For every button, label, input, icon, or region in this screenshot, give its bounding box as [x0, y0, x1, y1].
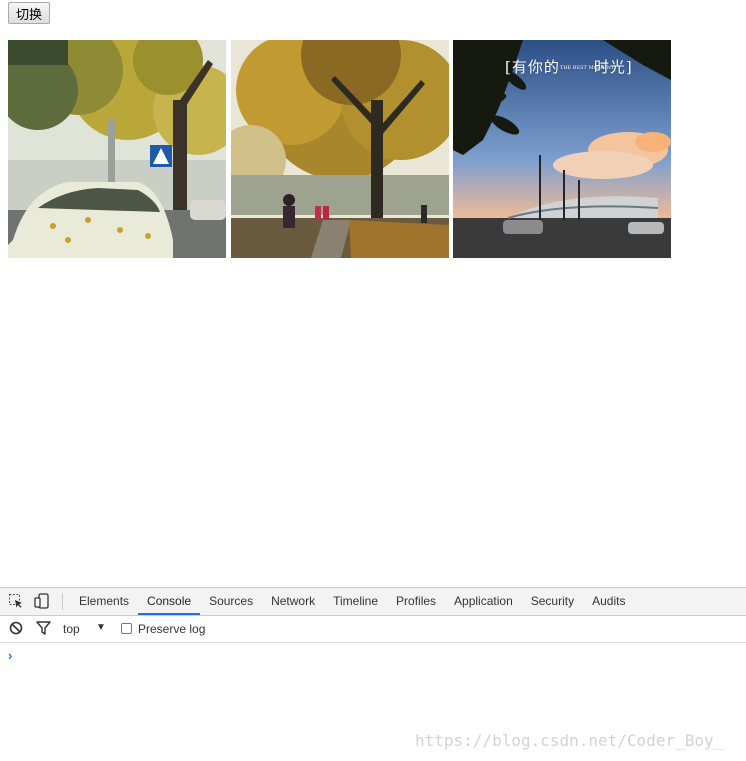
tab-profiles[interactable]: Profiles: [387, 588, 445, 615]
tree-street-car-photo: [8, 40, 226, 258]
tab-sources[interactable]: Sources: [200, 588, 262, 615]
tab-console[interactable]: Console: [138, 588, 201, 615]
tab-application[interactable]: Application: [445, 588, 522, 615]
console-toolbar: top ▼ Preserve log: [0, 616, 746, 643]
devtools-tabs: Elements Console Sources Network Timeline Pro…: [70, 588, 634, 615]
devtools-panel: Elements Console Sources Network Timeline Pro…: [0, 587, 746, 761]
tab-elements[interactable]: Elements: [70, 588, 138, 615]
caption-main: [有你的: [505, 58, 560, 76]
preserve-log-label: Preserve log: [138, 622, 206, 636]
photo-caption: [有你的THE BEST MOMENT时光]: [505, 56, 633, 77]
toggle-button[interactable]: 切换: [8, 2, 51, 24]
filter-icon[interactable]: [36, 621, 52, 637]
caption-small: THE BEST MOMENT: [559, 65, 615, 71]
preserve-log-checkbox[interactable]: [121, 623, 132, 634]
context-selector[interactable]: top: [63, 622, 80, 636]
clear-console-icon[interactable]: [9, 621, 25, 637]
tab-timeline[interactable]: Timeline: [324, 588, 387, 615]
console-prompt-icon[interactable]: ›: [8, 648, 12, 663]
devtools-separator: [62, 593, 63, 610]
tab-security[interactable]: Security: [522, 588, 583, 615]
caption-end: 时光]: [593, 58, 633, 76]
devtools-tabbar: Elements Console Sources Network Timeline Pro…: [0, 588, 746, 616]
autumn-park-path-photo: [231, 40, 449, 258]
tab-audits[interactable]: Audits: [583, 588, 634, 615]
device-toolbar-icon[interactable]: [34, 593, 50, 609]
inspect-element-icon[interactable]: [8, 593, 24, 609]
context-dropdown-arrow-icon[interactable]: ▼: [96, 622, 106, 633]
tab-network[interactable]: Network: [262, 588, 324, 615]
photo-row: [有你的THE BEST MOMENT时光]: [8, 40, 672, 258]
watermark: https://blog.csdn.net/Coder_Boy_: [415, 731, 724, 750]
sunset-stadium-photo: [有你的THE BEST MOMENT时光]: [453, 40, 671, 258]
